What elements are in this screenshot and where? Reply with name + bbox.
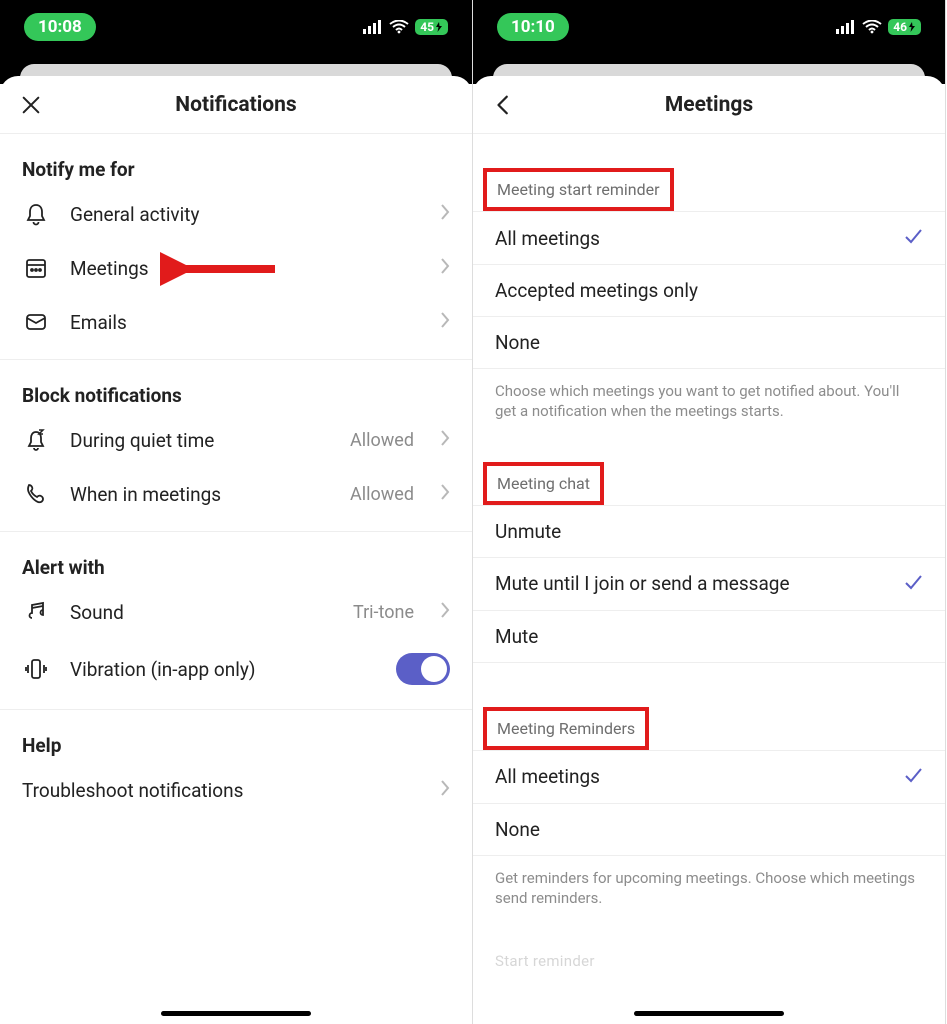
row-value: Tri-tone <box>353 602 414 623</box>
row-label: During quiet time <box>70 429 330 452</box>
option-none-reminders[interactable]: None <box>473 804 945 856</box>
row-label: Sound <box>70 601 333 624</box>
status-time: 10:10 <box>497 13 569 41</box>
section-header-notify: Notify me for <box>0 134 472 187</box>
bell-icon <box>24 202 48 226</box>
group-header-meeting-chat: Meeting chat <box>489 468 598 499</box>
check-icon <box>903 572 923 596</box>
check-icon <box>903 765 923 789</box>
back-button[interactable] <box>473 94 515 116</box>
close-icon <box>20 94 42 116</box>
calendar-icon <box>24 256 48 280</box>
row-quiet-time[interactable]: During quiet time Allowed <box>0 413 472 467</box>
titlebar: Notifications <box>0 76 472 134</box>
phone-right: 10:10 46 Meetings Meeting start reminder… <box>473 0 946 1024</box>
row-troubleshoot[interactable]: Troubleshoot notifications <box>0 763 472 817</box>
battery-badge: 46 <box>888 19 921 35</box>
section-header-alert: Alert with <box>0 532 472 585</box>
row-label: Vibration (in-app only) <box>70 658 376 681</box>
titlebar: Meetings <box>473 76 945 134</box>
option-accepted-only[interactable]: Accepted meetings only <box>473 265 945 317</box>
chevron-left-icon <box>493 94 515 116</box>
bell-snooze-icon <box>24 428 48 452</box>
page-title: Meetings <box>473 93 945 117</box>
wifi-icon <box>862 20 882 34</box>
signal-icon <box>836 20 856 34</box>
battery-badge: 45 <box>415 19 448 35</box>
music-icon <box>24 600 48 624</box>
sheet-body: Meetings Meeting start reminder All meet… <box>473 76 945 1024</box>
home-indicator <box>161 1011 311 1016</box>
page-title: Notifications <box>0 93 472 117</box>
scroll-area[interactable]: Meeting start reminder All meetings Acce… <box>473 134 945 1024</box>
chevron-right-icon <box>440 257 450 279</box>
option-mute-until-join[interactable]: Mute until I join or send a message <box>473 558 945 611</box>
status-indicators: 46 <box>836 19 921 35</box>
row-label: Emails <box>70 311 420 334</box>
status-indicators: 45 <box>363 19 448 35</box>
option-label: Accepted meetings only <box>495 279 698 302</box>
phone-left: 10:08 45 Notifications Notify me for Gen… <box>0 0 473 1024</box>
row-value: Allowed <box>350 430 414 451</box>
row-emails[interactable]: Emails <box>0 295 472 349</box>
row-meetings[interactable]: Meetings <box>0 241 472 295</box>
group-footer-start: Choose which meetings you want to get no… <box>473 369 945 426</box>
option-unmute[interactable]: Unmute <box>473 505 945 558</box>
row-sound[interactable]: Sound Tri-tone <box>0 585 472 639</box>
group-header-meeting-reminders: Meeting Reminders <box>489 713 643 744</box>
row-label: Meetings <box>70 257 420 280</box>
option-label: Mute <box>495 625 538 648</box>
mail-icon <box>24 310 48 334</box>
option-label: Unmute <box>495 520 561 543</box>
section-header-help: Help <box>0 710 472 763</box>
cutoff-text: Start reminder <box>473 912 945 970</box>
vibration-toggle[interactable] <box>396 653 450 685</box>
chevron-right-icon <box>440 203 450 225</box>
status-bar: 10:10 46 <box>473 0 945 54</box>
option-all-meetings-start[interactable]: All meetings <box>473 211 945 265</box>
row-vibration: Vibration (in-app only) <box>0 639 472 699</box>
chevron-right-icon <box>440 779 450 801</box>
row-label: Troubleshoot notifications <box>22 779 420 802</box>
sheet-body: Notifications Notify me for General acti… <box>0 76 472 1024</box>
close-button[interactable] <box>0 94 42 116</box>
row-label: When in meetings <box>70 483 330 506</box>
row-general-activity[interactable]: General activity <box>0 187 472 241</box>
row-label: General activity <box>70 203 420 226</box>
chevron-right-icon <box>440 483 450 505</box>
phone-icon <box>24 482 48 506</box>
option-label: Mute until I join or send a message <box>495 572 790 595</box>
row-value: Allowed <box>350 484 414 505</box>
option-all-meetings-reminders[interactable]: All meetings <box>473 750 945 804</box>
option-label: All meetings <box>495 765 600 788</box>
status-bar: 10:08 45 <box>0 0 472 54</box>
chevron-right-icon <box>440 311 450 333</box>
chevron-right-icon <box>440 601 450 623</box>
vibration-icon <box>24 657 48 681</box>
row-when-in-meetings[interactable]: When in meetings Allowed <box>0 467 472 521</box>
option-label: None <box>495 331 540 354</box>
section-header-block: Block notifications <box>0 360 472 413</box>
group-header-start-reminder: Meeting start reminder <box>489 174 668 205</box>
option-label: None <box>495 818 540 841</box>
home-indicator <box>634 1011 784 1016</box>
group-footer-reminders: Get reminders for upcoming meetings. Cho… <box>473 856 945 913</box>
signal-icon <box>363 20 383 34</box>
chevron-right-icon <box>440 429 450 451</box>
status-time: 10:08 <box>24 13 96 41</box>
check-icon <box>903 226 923 250</box>
option-label: All meetings <box>495 227 600 250</box>
option-none-start[interactable]: None <box>473 317 945 369</box>
wifi-icon <box>389 20 409 34</box>
option-mute[interactable]: Mute <box>473 611 945 663</box>
